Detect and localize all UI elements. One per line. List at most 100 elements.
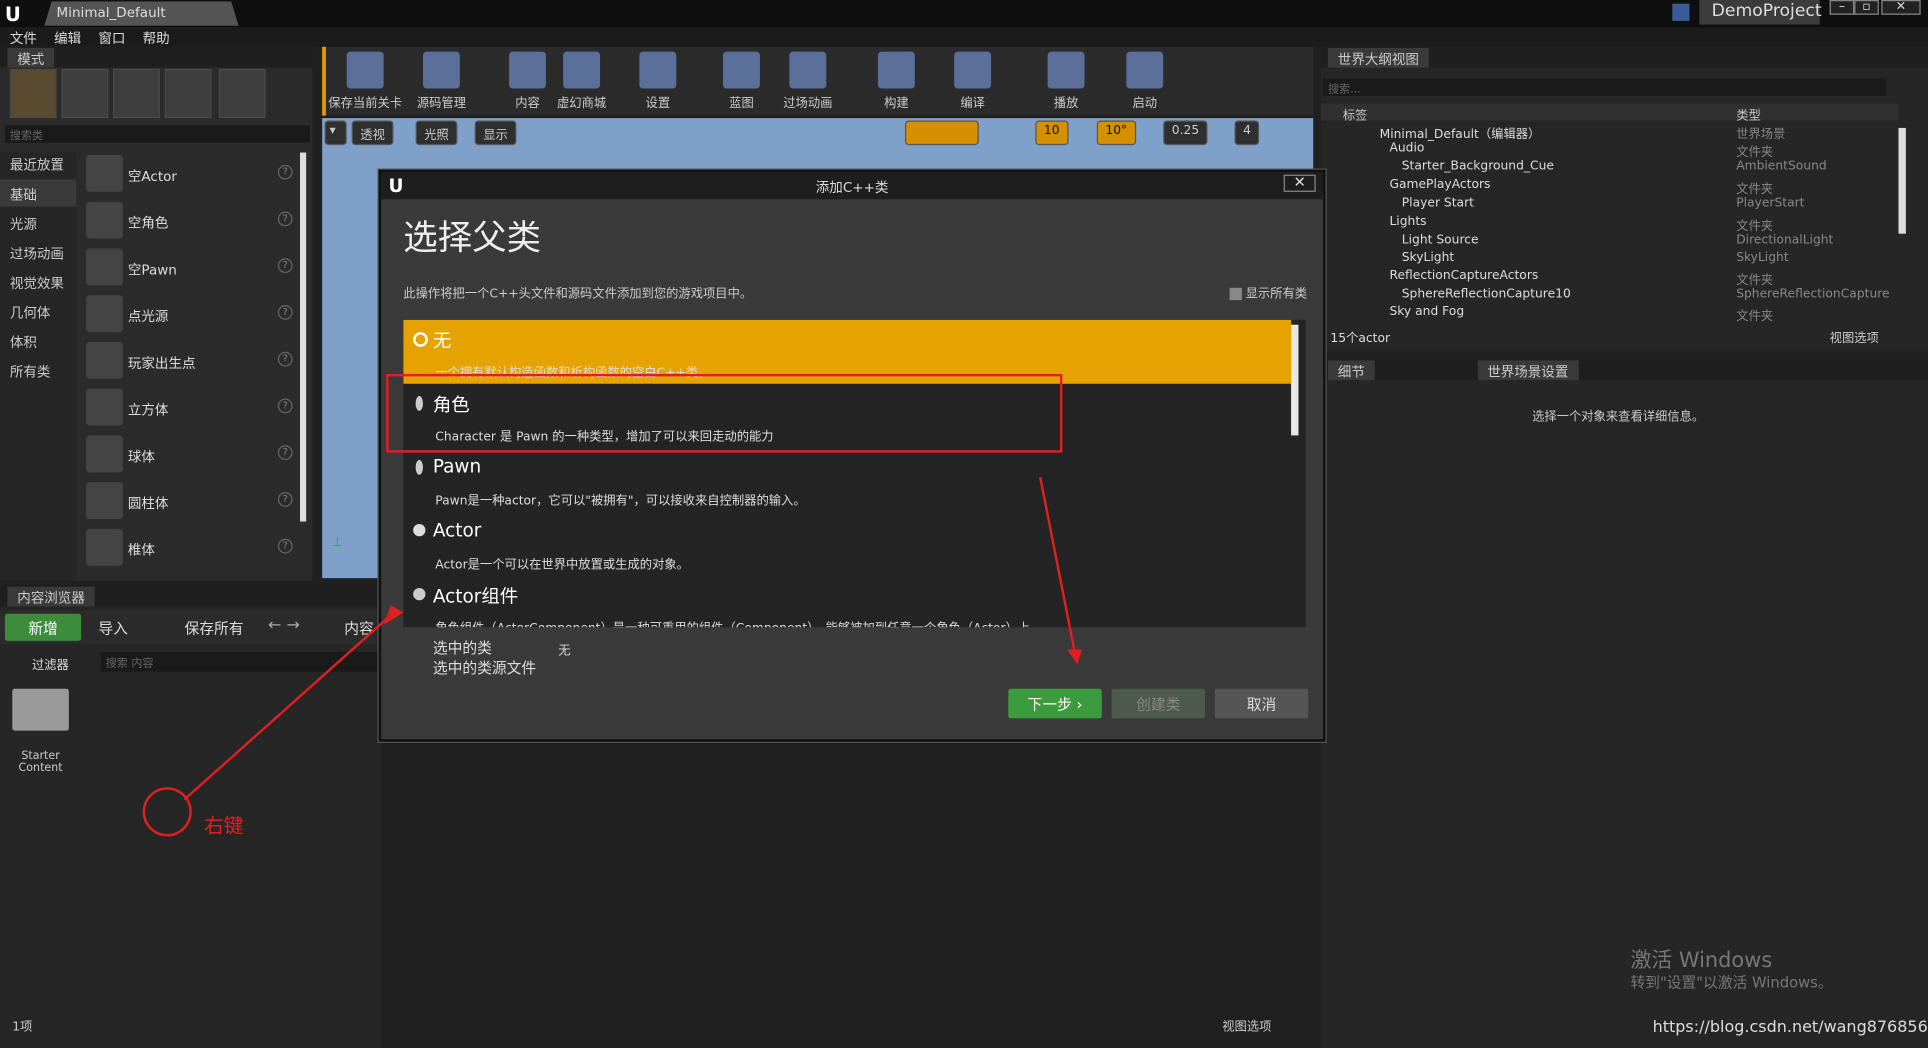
grid-snap[interactable]: 10 [1035, 120, 1069, 146]
show-all-classes-checkbox[interactable]: 显示所有类 [1229, 283, 1307, 301]
dialog-close-button[interactable]: ✕ [1283, 174, 1316, 192]
category-cinematic[interactable]: 过场动画 [0, 239, 76, 266]
class-option-pawn[interactable]: Pawn Pawn是一种actor，它可以"被拥有"，可以接收来自控制器的输入。 [403, 448, 1291, 512]
blueprints-button[interactable]: 蓝图 [705, 49, 779, 113]
next-button[interactable]: 下一步 › [1008, 688, 1102, 719]
modes-scrollbar[interactable] [300, 152, 307, 522]
geometry-mode-icon[interactable] [218, 68, 266, 119]
column-type[interactable]: 类型 [1736, 105, 1761, 123]
help-icon[interactable]: ? [277, 398, 293, 414]
details-tab[interactable]: 细节 [1327, 360, 1375, 381]
menu-edit[interactable]: 编辑 [54, 28, 81, 48]
outliner-row[interactable]: Starter_Background_Cue AmbientSound [1321, 160, 1928, 178]
save-all-button[interactable]: 保存所有 [184, 617, 243, 638]
help-icon[interactable]: ? [277, 351, 293, 367]
create-class-button[interactable]: 创建类 [1111, 688, 1206, 719]
menu-file[interactable]: 文件 [10, 28, 37, 48]
world-settings-tab[interactable]: 世界场景设置 [1477, 360, 1579, 381]
import-button[interactable]: 导入 [98, 617, 128, 638]
show-button[interactable]: 显示 [474, 120, 517, 146]
place-item-cone[interactable]: 椎体? [84, 526, 300, 570]
place-item-empty-actor[interactable]: 空Actor? [84, 153, 300, 197]
close-button[interactable]: ✕ [1881, 0, 1921, 15]
build-button[interactable]: 构建 [859, 49, 933, 113]
menu-window[interactable]: 窗口 [98, 28, 125, 48]
launch-button[interactable]: 启动 [1108, 49, 1182, 113]
outliner-view-options[interactable]: 视图选项 [1830, 327, 1879, 346]
place-item-sphere[interactable]: 球体? [84, 433, 300, 477]
category-visual-effects[interactable]: 视觉效果 [0, 268, 76, 295]
marketplace-button[interactable]: 虚幻商城 [545, 49, 619, 113]
category-basic[interactable]: 基础 [0, 179, 77, 207]
perspective-button[interactable]: 透视 [351, 120, 394, 146]
source-control-icon[interactable] [1672, 3, 1690, 21]
lit-button[interactable]: 光照 [415, 120, 458, 146]
class-option-actor-component[interactable]: Actor组件角色组件（ActorComponent）是一种可重用的组件（Com… [403, 576, 1291, 627]
menu-help[interactable]: 帮助 [143, 28, 170, 48]
help-icon[interactable]: ? [277, 211, 293, 227]
level-tab[interactable]: Minimal_Default [44, 1, 238, 26]
cinematics-button[interactable]: 过场动画 [771, 49, 845, 113]
outliner-row[interactable]: Player Start PlayerStart [1321, 197, 1928, 215]
outliner-row[interactable]: Lights 文件夹 [1321, 215, 1928, 233]
modes-tab[interactable]: 模式 [7, 47, 55, 68]
place-item-cylinder[interactable]: 圆柱体? [84, 480, 300, 524]
help-icon[interactable]: ? [277, 305, 293, 320]
source-control-button[interactable]: 源码管理 [405, 49, 479, 113]
class-option-actor[interactable]: Actor Actor是一个可以在世界中放置或生成的对象。 [403, 512, 1291, 576]
minimize-button[interactable]: – [1829, 0, 1855, 15]
help-icon[interactable]: ? [277, 492, 293, 507]
filters-button[interactable]: 过滤器 [32, 654, 69, 673]
outliner-row[interactable]: GamePlayActors 文件夹 [1321, 178, 1928, 196]
add-new-button[interactable]: 新增 [4, 613, 82, 641]
view-options-button[interactable]: 视图选项 [1222, 1016, 1271, 1035]
outliner-row[interactable]: SkyLight SkyLight [1321, 251, 1928, 269]
place-item-cube[interactable]: 立方体? [84, 386, 300, 430]
list-scrollbar[interactable] [1291, 324, 1299, 436]
category-lights[interactable]: 光源 [0, 209, 76, 236]
landscape-mode-icon[interactable] [113, 68, 160, 119]
folder-icon[interactable] [12, 688, 69, 731]
history-arrows-icon[interactable]: ← → [268, 616, 300, 634]
settings-button[interactable]: 设置 [621, 49, 695, 113]
paint-mode-icon[interactable] [61, 68, 109, 119]
outliner-scrollbar[interactable] [1898, 127, 1906, 234]
play-button[interactable]: 播放 [1029, 49, 1103, 113]
help-icon[interactable]: ? [277, 445, 293, 461]
content-browser-tab[interactable]: 内容浏览器 [7, 586, 95, 607]
outliner-row[interactable]: Audio 文件夹 [1321, 141, 1928, 159]
outliner-row[interactable]: Light Source DirectionalLight [1321, 234, 1928, 252]
outliner-search-input[interactable]: 搜索... [1323, 78, 1887, 96]
place-item-empty-character[interactable]: 空角色? [84, 199, 300, 243]
viewport-options-button[interactable]: ▾ [324, 120, 347, 146]
compile-button[interactable]: 编译 [936, 49, 1010, 113]
category-all-classes[interactable]: 所有类 [0, 357, 76, 384]
maximize-button[interactable]: ▫ [1854, 0, 1879, 15]
help-icon[interactable]: ? [277, 538, 293, 554]
camera-speed[interactable]: 4 [1234, 120, 1260, 146]
content-search-input[interactable]: 搜索 内容 [100, 651, 379, 672]
transform-tools[interactable] [904, 120, 979, 146]
outliner-row[interactable]: ReflectionCaptureActors 文件夹 [1321, 269, 1928, 287]
column-label[interactable]: 标签 [1343, 105, 1368, 123]
save-level-button[interactable]: 保存当前关卡 [328, 49, 402, 113]
help-icon[interactable]: ? [277, 258, 293, 274]
outliner-row[interactable]: Minimal_Default（编辑器） 世界场景 [1321, 123, 1928, 142]
path-breadcrumb[interactable]: 内容 [344, 617, 374, 638]
category-volumes[interactable]: 体积 [0, 327, 76, 354]
scale-snap[interactable]: 0.25 [1163, 120, 1208, 146]
place-mode-icon[interactable] [9, 68, 57, 119]
place-item-empty-pawn[interactable]: 空Pawn? [84, 246, 300, 290]
rotation-snap[interactable]: 10° [1096, 120, 1136, 146]
place-item-point-light[interactable]: 点光源? [84, 293, 300, 337]
outliner-row[interactable]: Sky and Fog 文件夹 [1321, 305, 1928, 323]
help-icon[interactable]: ? [277, 164, 293, 180]
outliner-row[interactable]: SphereReflectionCapture10 SphereReflectio… [1321, 288, 1928, 306]
modes-search-input[interactable]: 搜索类 [4, 125, 310, 143]
cancel-button[interactable]: 取消 [1214, 688, 1309, 719]
category-geometry[interactable]: 几何体 [0, 298, 76, 325]
category-recent[interactable]: 最近放置 [0, 150, 76, 177]
place-item-player-start[interactable]: 玩家出生点? [84, 339, 300, 383]
foliage-mode-icon[interactable] [164, 68, 212, 119]
outliner-tab[interactable]: 世界大纲视图 [1327, 47, 1429, 68]
